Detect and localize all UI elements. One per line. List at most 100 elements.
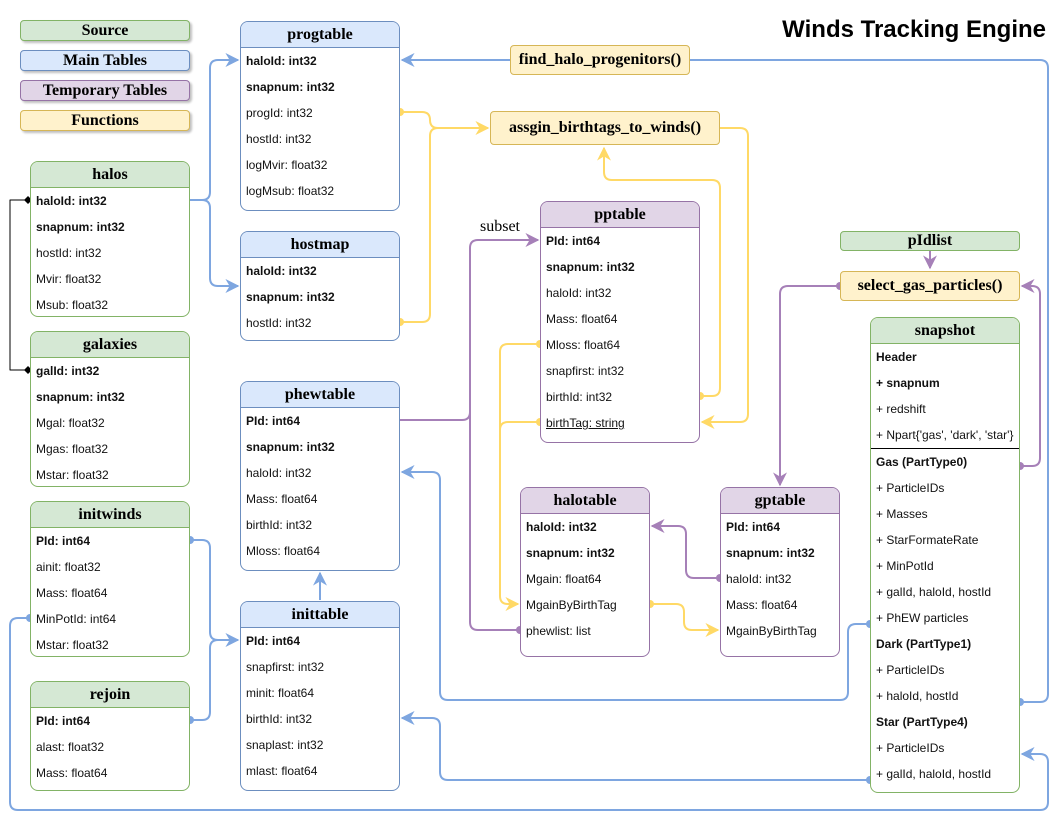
table-gptable[interactable]: gptable PId: int64 snapnum: int32 haloId: i… [720, 487, 840, 657]
table-field: + ParticleIDs [876, 481, 945, 495]
table-field: haloId: int32 [36, 194, 107, 208]
table-field: minit: float64 [246, 686, 315, 700]
table-field: + ParticleIDs [876, 741, 945, 755]
table-pptable[interactable]: pptable PId: int64 snapnum: int32 haloId: i… [540, 201, 700, 443]
edge-halos-hostmap [190, 199, 240, 293]
table-field: + haloId, hostId [876, 689, 959, 703]
table-title: halotable [521, 488, 649, 514]
legend-functions: Functions [20, 110, 190, 131]
function-label: select_gas_particles() [857, 277, 1003, 294]
table-field: PId: int64 [36, 714, 91, 728]
table-field: haloId: int32 [726, 572, 792, 586]
table-field: birthTag: string [546, 416, 625, 430]
edge-halotable-phewlist [469, 412, 520, 631]
table-field: Mass: float64 [36, 766, 108, 780]
table-field: Mass: float64 [36, 586, 108, 600]
table-galaxies[interactable]: galaxies galId: int32 snapnum: int32 Mgal: … [30, 331, 190, 487]
table-field: mlast: float64 [246, 764, 318, 778]
table-field: PId: int64 [246, 414, 301, 428]
table-field: snapnum: int32 [246, 80, 335, 94]
table-title: gptable [721, 488, 839, 514]
table-title: snapshot [871, 318, 1019, 344]
table-progtable[interactable]: progtable haloId: int32 snapnum: int32 prog… [240, 21, 400, 211]
table-field: haloId: int32 [246, 264, 317, 278]
table-field: + ParticleIDs [876, 663, 945, 677]
table-field: snapfirst: int32 [546, 364, 625, 378]
table-halos[interactable]: halos haloId: int32 snapnum: int32 hostId: … [30, 161, 190, 317]
table-title: galaxies [31, 332, 189, 358]
table-field: birthId: int32 [246, 518, 313, 532]
table-field: snapnum: int32 [546, 260, 635, 274]
table-field: snapnum: int32 [246, 440, 335, 454]
table-field: + PhEW particles [876, 611, 969, 625]
table-field: + redshift [876, 402, 926, 416]
table-field: + Npart{'gas', 'dark', 'star'} [876, 428, 1014, 442]
edge-snapshot-select [1020, 279, 1041, 467]
edge-hostmap-assign [400, 127, 439, 323]
table-field: Mstar: float32 [36, 468, 109, 482]
table-rejoin[interactable]: rejoin PId: int64 alast: float32 Mass: floa… [30, 681, 190, 791]
table-halotable[interactable]: halotable haloId: int32 snapnum: int32 Mgai… [520, 487, 650, 657]
table-hostmap[interactable]: hostmap haloId: int32 snapnum: int32 hostId… [240, 231, 400, 341]
function-find-halo-progenitors[interactable]: find_halo_progenitors() [510, 45, 690, 75]
edge-select-gptable [773, 285, 840, 487]
function-assign-birthtags[interactable]: assgin_birthtags_to_winds() [490, 111, 720, 145]
table-field: logMsub: float32 [246, 184, 335, 198]
table-field: Mass: float64 [546, 312, 618, 326]
table-field: PId: int64 [246, 634, 301, 648]
edge-rejoin-inittable [190, 639, 219, 721]
table-field: snapnum: int32 [36, 220, 125, 234]
edge-halotable-gptable [650, 603, 720, 637]
table-field: Mvir: float32 [36, 272, 102, 286]
table-field: snapfirst: int32 [246, 660, 325, 674]
table-field: + galId, haloId, hostId [876, 767, 992, 781]
table-field: snapnum: int32 [526, 546, 615, 560]
source-pidlist[interactable]: pIdlist [840, 231, 1020, 251]
table-field: hostId: int32 [36, 246, 102, 260]
table-field: Mgal: float32 [36, 416, 105, 430]
diagram-title: Winds Tracking Engine [782, 16, 1046, 43]
table-field: Header [876, 350, 917, 364]
table-field: PId: int64 [546, 234, 601, 248]
table-field: phewlist: list [526, 624, 591, 638]
table-title: rejoin [31, 682, 189, 708]
legend-label: Main Tables [62, 52, 148, 69]
table-field: MgainByBirthTag [726, 624, 817, 638]
table-initwinds[interactable]: initwinds PId: int64 ainit: float32 Mass: f… [30, 501, 190, 657]
table-field: birthId: int32 [546, 390, 613, 404]
edge-assign-pptable [700, 127, 749, 429]
table-field: snapnum: int32 [36, 390, 125, 404]
table-field: haloId: int32 [246, 54, 317, 68]
table-title: phewtable [241, 382, 399, 408]
table-field: logMvir: float32 [246, 158, 328, 172]
function-label: find_halo_progenitors() [518, 51, 682, 68]
table-field: PId: int64 [36, 534, 91, 548]
legend-label: Temporary Tables [42, 82, 168, 99]
table-field: snapnum: int32 [726, 546, 815, 560]
table-field: snaplast: int32 [246, 738, 324, 752]
table-field: snapnum: int32 [246, 290, 335, 304]
table-title: initwinds [31, 502, 189, 528]
function-label: assgin_birthtags_to_winds() [508, 119, 702, 136]
table-field: MgainByBirthTag [526, 598, 617, 612]
table-title: pptable [541, 202, 699, 228]
table-title: halos [31, 162, 189, 188]
table-field: Mstar: float32 [36, 638, 109, 652]
edge-phewtable-pptable [400, 233, 540, 421]
function-select-gas-particles[interactable]: select_gas_particles() [840, 271, 1020, 301]
table-field: Mloss: float64 [246, 544, 321, 558]
table-field: Mloss: float64 [546, 338, 621, 352]
table-field: haloId: int32 [546, 286, 612, 300]
legend-temporary-tables: Temporary Tables [20, 80, 190, 101]
table-inittable[interactable]: inittable PId: int64 snapfirst: int32 minit… [240, 601, 400, 791]
edge-progtable-assign [400, 111, 490, 135]
table-field: + MinPotId [876, 559, 934, 573]
edge-halos-galaxies [9, 199, 28, 371]
table-phewtable[interactable]: phewtable PId: int64 snapnum: int32 haloId:… [240, 381, 400, 571]
table-field: hostId: int32 [246, 132, 312, 146]
table-field: PId: int64 [726, 520, 781, 534]
table-title: inittable [241, 602, 399, 628]
table-snapshot[interactable]: snapshot Header + snapnum + redshift + Npart… [870, 317, 1020, 793]
edge-gptable-halotable [650, 519, 720, 579]
table-field: ainit: float32 [36, 560, 101, 574]
